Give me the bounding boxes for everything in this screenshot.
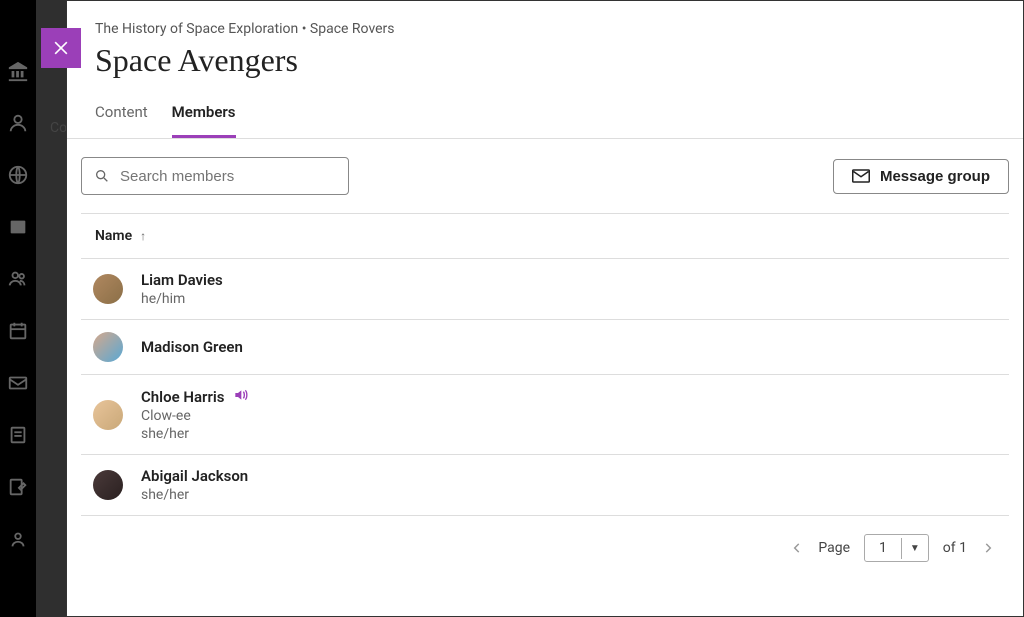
institution-icon[interactable]	[7, 60, 29, 82]
member-name: Madison Green	[141, 338, 243, 356]
edit-icon[interactable]	[7, 476, 29, 498]
book-icon[interactable]	[7, 216, 29, 238]
sort-ascending-icon: ↑	[140, 229, 146, 243]
page-select[interactable]: 1 ▼	[864, 534, 929, 562]
user-icon[interactable]	[7, 528, 29, 550]
column-name: Name	[95, 228, 132, 244]
breadcrumb: The History of Space Exploration • Space…	[95, 21, 995, 37]
page-of-label: of 1	[943, 540, 967, 556]
toolbar: Message group	[81, 157, 1009, 214]
page-label: Page	[818, 540, 850, 556]
audio-pronunciation-icon[interactable]	[234, 387, 250, 406]
close-button[interactable]	[41, 28, 81, 68]
member-row[interactable]: Liam Davies he/him	[81, 259, 1009, 320]
member-pronunciation: Clow-ee	[141, 408, 250, 424]
chevron-down-icon: ▼	[901, 538, 928, 559]
pagination: Page 1 ▼ of 1	[81, 516, 1009, 562]
member-row[interactable]: Madison Green	[81, 320, 1009, 375]
member-pronouns: she/her	[141, 426, 250, 442]
calendar-icon[interactable]	[7, 320, 29, 342]
avatar	[93, 332, 123, 362]
member-row[interactable]: Chloe Harris Clow-ee she/her	[81, 375, 1009, 455]
table-header[interactable]: Name ↑	[81, 214, 1009, 259]
member-name: Abigail Jackson	[141, 467, 248, 485]
document-icon[interactable]	[7, 424, 29, 446]
search-input[interactable]	[120, 168, 336, 185]
left-nav-rail	[0, 0, 36, 617]
mail-icon[interactable]	[7, 372, 29, 394]
member-pronouns: he/him	[141, 291, 223, 307]
next-page-button[interactable]	[981, 541, 995, 555]
member-info: Madison Green	[141, 338, 243, 356]
member-name: Chloe Harris	[141, 388, 224, 406]
page-number: 1	[865, 535, 901, 561]
search-box[interactable]	[81, 157, 349, 195]
envelope-icon	[852, 169, 870, 183]
tabs: Content Members	[67, 103, 1023, 139]
groups-icon[interactable]	[7, 268, 29, 290]
background-text: Co	[50, 120, 67, 136]
member-info: Liam Davies he/him	[141, 271, 223, 307]
modal-header: The History of Space Exploration • Space…	[67, 1, 1023, 79]
message-group-label: Message group	[880, 168, 990, 185]
member-name: Liam Davies	[141, 271, 223, 289]
group-panel: The History of Space Exploration • Space…	[66, 0, 1024, 617]
avatar	[93, 470, 123, 500]
modal-backdrop	[36, 0, 66, 617]
globe-icon[interactable]	[7, 164, 29, 186]
member-row[interactable]: Abigail Jackson she/her	[81, 455, 1009, 516]
page-title: Space Avengers	[95, 42, 995, 79]
avatar	[93, 400, 123, 430]
member-pronouns: she/her	[141, 487, 248, 503]
member-info: Abigail Jackson she/her	[141, 467, 248, 503]
avatar	[93, 274, 123, 304]
member-info: Chloe Harris Clow-ee she/her	[141, 387, 250, 442]
message-group-button[interactable]: Message group	[833, 159, 1009, 194]
search-icon	[94, 168, 110, 184]
prev-page-button[interactable]	[790, 541, 804, 555]
profile-icon[interactable]	[7, 112, 29, 134]
tab-members[interactable]: Members	[172, 103, 236, 138]
content-area: Message group Name ↑ Liam Davies he/him …	[67, 139, 1023, 562]
tab-content[interactable]: Content	[95, 103, 148, 138]
